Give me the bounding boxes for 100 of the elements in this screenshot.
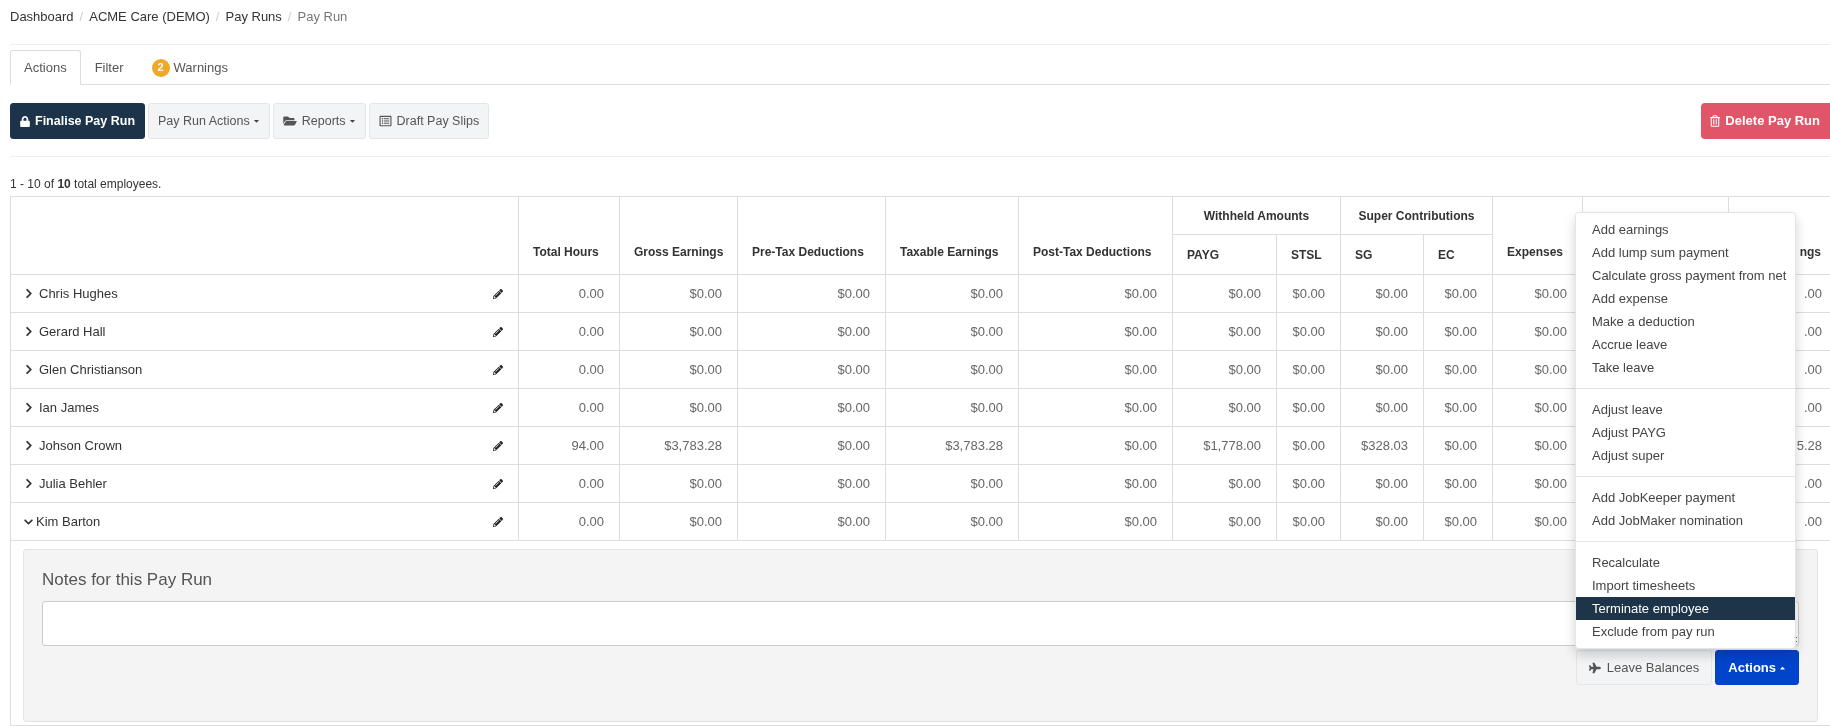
- table-cell: $3,783.28: [885, 426, 1019, 465]
- plane-icon: [1588, 661, 1601, 674]
- employee-name: Julia Behler: [39, 474, 107, 493]
- menu-item[interactable]: Exclude from pay run: [1576, 620, 1795, 643]
- chevron-right-icon[interactable]: [25, 402, 33, 413]
- table-cell: $0.00: [1018, 312, 1173, 351]
- notes-title: Notes for this Pay Run: [42, 569, 213, 591]
- menu-item[interactable]: Recalculate: [1576, 551, 1795, 574]
- toolbar-button[interactable]: Reports: [272, 103, 366, 139]
- table-cell: $0.00: [737, 502, 886, 541]
- table-cell: $1,778.00: [1172, 426, 1277, 465]
- table-cell: $0.00: [1018, 350, 1173, 389]
- table-cell: $0.00: [1018, 464, 1173, 503]
- table-cell: $0.00: [1276, 502, 1341, 541]
- table-cell: $0.00: [885, 274, 1019, 313]
- table-cell: $0.00: [1172, 312, 1277, 351]
- employee-name: Gerard Hall: [39, 322, 106, 341]
- table-cell: $0.00: [885, 464, 1019, 503]
- chevron-right-icon[interactable]: [25, 364, 33, 375]
- table-cell: $0.00: [737, 426, 886, 465]
- table-cell: $0.00: [1172, 350, 1277, 389]
- breadcrumb-separator: /: [214, 8, 221, 26]
- folder-icon: [282, 115, 297, 127]
- table-cell: $0.00: [1276, 350, 1341, 389]
- table-cell: $0.00: [1423, 464, 1493, 503]
- breadcrumb-separator: /: [78, 8, 85, 26]
- table-cell: $0.00: [619, 312, 738, 351]
- table-cell: $0.00: [885, 388, 1019, 427]
- toolbar-button[interactable]: Pay Run Actions: [148, 103, 270, 139]
- breadcrumb-link[interactable]: Pay Runs: [225, 8, 282, 26]
- delete-button[interactable]: Delete Pay Run: [1701, 103, 1830, 139]
- table-cell: $0.00: [619, 464, 738, 503]
- table-cell: $0.00: [737, 388, 886, 427]
- table-cell: $0.00: [1340, 464, 1424, 503]
- table-cell: $0.00: [1172, 502, 1277, 541]
- caret-down-icon: [348, 117, 356, 125]
- toolbar-button[interactable]: Finalise Pay Run: [10, 103, 146, 139]
- table-cell: $0.00: [885, 312, 1019, 351]
- table-cell: $0.00: [1276, 312, 1341, 351]
- chevron-right-icon[interactable]: [25, 288, 33, 299]
- column-header: PAYG: [1172, 234, 1277, 275]
- pencil-icon[interactable]: [493, 288, 503, 299]
- employee-count: 1 - 10 of 10 total employees.: [10, 176, 162, 192]
- table-cell: $0.00: [619, 350, 738, 389]
- pencil-icon[interactable]: [493, 364, 503, 375]
- table-cell: $0.00: [1423, 502, 1493, 541]
- breadcrumb-link[interactable]: Dashboard: [10, 8, 74, 26]
- menu-item[interactable]: Terminate employee: [1576, 597, 1795, 620]
- table-cell: $0.00: [619, 274, 738, 313]
- table-cell: 0.00: [518, 464, 620, 503]
- table-cell: $0.00: [1340, 312, 1424, 351]
- table-cell: $0.00: [737, 464, 886, 503]
- table-cell: 0.00: [518, 312, 620, 351]
- trash-icon: [1710, 115, 1721, 127]
- table-cell: $0.00: [1423, 274, 1493, 313]
- chevron-right-icon[interactable]: [25, 326, 33, 337]
- table-cell: $0.00: [1276, 388, 1341, 427]
- pencil-icon[interactable]: [493, 440, 503, 451]
- employee-name: Chris Hughes: [39, 284, 118, 303]
- breadcrumb-link[interactable]: ACME Care (DEMO): [89, 8, 210, 26]
- column-header: Total Hours: [518, 196, 620, 275]
- actions-menu-button[interactable]: Actions: [1715, 650, 1799, 685]
- chevron-right-icon[interactable]: [25, 440, 33, 451]
- column-group-header: Super Contributions: [1340, 196, 1493, 235]
- pencil-icon[interactable]: [493, 478, 503, 489]
- employee-name: Glen Christianson: [39, 360, 143, 379]
- table-cell: 0.00: [518, 274, 620, 313]
- chevron-right-icon[interactable]: [25, 478, 33, 489]
- table-cell: $0.00: [1423, 312, 1493, 351]
- table-cell: $0.00: [1276, 274, 1341, 313]
- table-cell: $0.00: [1018, 502, 1173, 541]
- table-cell: $0.00: [1340, 350, 1424, 389]
- pencil-icon[interactable]: [493, 402, 503, 413]
- column-header: SG: [1340, 234, 1424, 275]
- tab[interactable]: 2 Warnings: [137, 50, 242, 85]
- tab[interactable]: Actions: [10, 50, 81, 85]
- table-cell: $328.03: [1340, 426, 1424, 465]
- leave-balances-button[interactable]: Leave Balances: [1575, 650, 1713, 685]
- pencil-icon[interactable]: [493, 516, 503, 527]
- toolbar-button[interactable]: Draft Pay Slips: [368, 103, 490, 139]
- table-cell: $0.00: [1340, 502, 1424, 541]
- column-group-header: Withheld Amounts: [1172, 196, 1341, 235]
- table-cell: $0.00: [737, 274, 886, 313]
- table-cell: $0.00: [737, 312, 886, 351]
- column-header: Gross Earnings: [619, 196, 738, 275]
- tab[interactable]: Filter: [80, 50, 138, 85]
- table-cell: $0.00: [619, 388, 738, 427]
- table-cell: $0.00: [1018, 426, 1173, 465]
- table-cell: $0.00: [885, 502, 1019, 541]
- table-cell: $0.00: [1340, 388, 1424, 427]
- table-cell: $0.00: [1276, 464, 1341, 503]
- lock-icon: [20, 115, 30, 127]
- table-cell: $0.00: [885, 350, 1019, 389]
- table-cell: $0.00: [1172, 274, 1277, 313]
- menu-item[interactable]: Import timesheets: [1576, 574, 1795, 597]
- pencil-icon[interactable]: [493, 326, 503, 337]
- table-cell: $0.00: [619, 502, 738, 541]
- table-cell: $0.00: [1340, 274, 1424, 313]
- table-cell: $3,783.28: [619, 426, 738, 465]
- table-cell: 94.00: [518, 426, 620, 465]
